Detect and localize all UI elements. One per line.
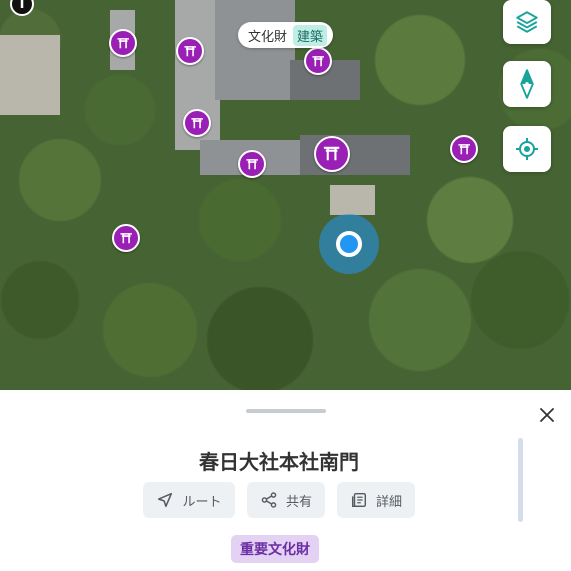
locate-button[interactable] (503, 126, 551, 172)
compass-button[interactable] (503, 61, 551, 107)
torii-gate-icon[interactable] (304, 47, 332, 75)
share-button-label: 共有 (285, 494, 312, 510)
map-building (215, 0, 295, 100)
torii-gate-icon[interactable] (238, 150, 266, 178)
drag-handle[interactable] (246, 409, 326, 413)
navigation-arrow-icon (158, 492, 173, 508)
current-location-dot (336, 231, 362, 257)
layers-icon (516, 11, 538, 33)
place-bottom-sheet: 春日大社本社南門 ルート 共有 詳細 重要文化財 (0, 390, 571, 571)
details-button[interactable]: 詳細 (337, 482, 415, 518)
share-button[interactable]: 共有 (247, 482, 325, 518)
torii-gate-icon[interactable] (314, 136, 350, 172)
torii-gate-icon[interactable] (109, 29, 137, 57)
torii-gate-icon[interactable] (176, 37, 204, 65)
locate-icon (516, 138, 538, 160)
share-icon (261, 492, 277, 508)
route-button[interactable]: ルート (143, 482, 235, 518)
close-icon (540, 408, 554, 422)
current-location-marker (319, 214, 379, 274)
map-view[interactable]: i 文化財 建築 (0, 0, 571, 390)
map-ground (330, 185, 375, 215)
action-row: ルート 共有 詳細 (143, 482, 415, 518)
info-icon[interactable]: i (10, 0, 34, 16)
tooltip-label: 文化財 (248, 29, 288, 45)
details-icon (351, 492, 367, 508)
map-tooltip[interactable]: 文化財 建築 (238, 22, 334, 48)
route-button-label: ルート (182, 494, 222, 510)
torii-gate-icon[interactable] (112, 224, 140, 252)
place-title: 春日大社本社南門 (199, 450, 359, 474)
compass-icon (520, 69, 534, 99)
map-ground (0, 35, 60, 115)
status-badge: 重要文化財 (231, 535, 319, 563)
tooltip-tag: 建築 (293, 24, 328, 46)
torii-gate-icon[interactable] (450, 135, 478, 163)
close-button[interactable] (536, 404, 558, 426)
layers-button[interactable] (503, 0, 551, 44)
details-button-label: 詳細 (375, 494, 402, 510)
torii-gate-icon[interactable] (183, 109, 211, 137)
